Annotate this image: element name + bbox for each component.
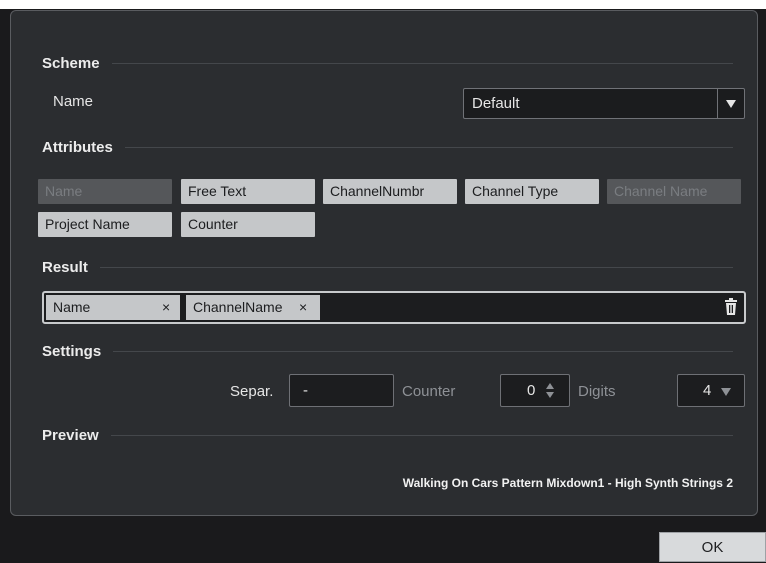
- counter-value: 0: [527, 382, 536, 399]
- section-title-preview: Preview: [42, 426, 99, 444]
- counter-stepper[interactable]: 0: [500, 374, 570, 407]
- divider: [111, 62, 733, 64]
- counter-label: Counter: [402, 383, 456, 400]
- result-token-label: Name: [53, 299, 91, 315]
- result-token-channelname[interactable]: ChannelName ×: [186, 295, 320, 320]
- attribute-channel-name: Channel Name: [607, 179, 741, 204]
- close-icon[interactable]: ×: [162, 295, 170, 320]
- section-attributes: Attributes: [42, 137, 733, 157]
- triangle-down-icon: [726, 100, 736, 108]
- result-token-name[interactable]: Name ×: [46, 295, 180, 320]
- section-title-attributes: Attributes: [42, 138, 113, 156]
- section-settings: Settings: [42, 341, 733, 361]
- scheme-name-label: Name: [53, 93, 94, 110]
- close-icon[interactable]: ×: [299, 295, 307, 320]
- digits-label: Digits: [578, 383, 616, 400]
- section-title-settings: Settings: [42, 342, 102, 360]
- divider: [113, 350, 733, 352]
- digits-select[interactable]: 4: [677, 374, 745, 407]
- attribute-project-name[interactable]: Project Name: [38, 212, 172, 237]
- attribute-counter[interactable]: Counter: [181, 212, 315, 237]
- attribute-channel-number[interactable]: ChannelNumbr: [323, 179, 457, 204]
- separator-value: -: [303, 382, 308, 399]
- digits-value: 4: [703, 382, 712, 399]
- preview-text: Walking On Cars Pattern Mixdown1 - High …: [402, 476, 733, 490]
- section-scheme: Scheme: [42, 53, 733, 73]
- trash-icon[interactable]: [724, 298, 738, 316]
- section-preview: Preview: [42, 425, 733, 445]
- divider: [99, 266, 733, 268]
- scheme-select[interactable]: Default: [463, 88, 745, 119]
- attribute-name: Name: [38, 179, 172, 204]
- divider: [110, 434, 733, 436]
- section-title-scheme: Scheme: [42, 54, 100, 72]
- naming-scheme-dialog: Scheme Name Default Attributes Name Free…: [10, 10, 758, 516]
- scheme-select-value: Default: [472, 95, 520, 112]
- result-token-label: ChannelName: [193, 299, 283, 315]
- result-field[interactable]: Name × ChannelName ×: [42, 291, 746, 324]
- triangle-down-icon: [721, 388, 731, 396]
- attribute-channel-type[interactable]: Channel Type: [465, 179, 599, 204]
- separator-label: Separ.: [230, 383, 274, 400]
- divider: [124, 146, 733, 148]
- separator-input[interactable]: -: [289, 374, 394, 407]
- top-edge: [0, 0, 766, 9]
- attribute-free-text[interactable]: Free Text: [181, 179, 315, 204]
- scheme-select-arrow[interactable]: [717, 89, 744, 118]
- section-result: Result: [42, 257, 733, 277]
- section-title-result: Result: [42, 258, 88, 276]
- ok-button[interactable]: OK: [659, 532, 766, 562]
